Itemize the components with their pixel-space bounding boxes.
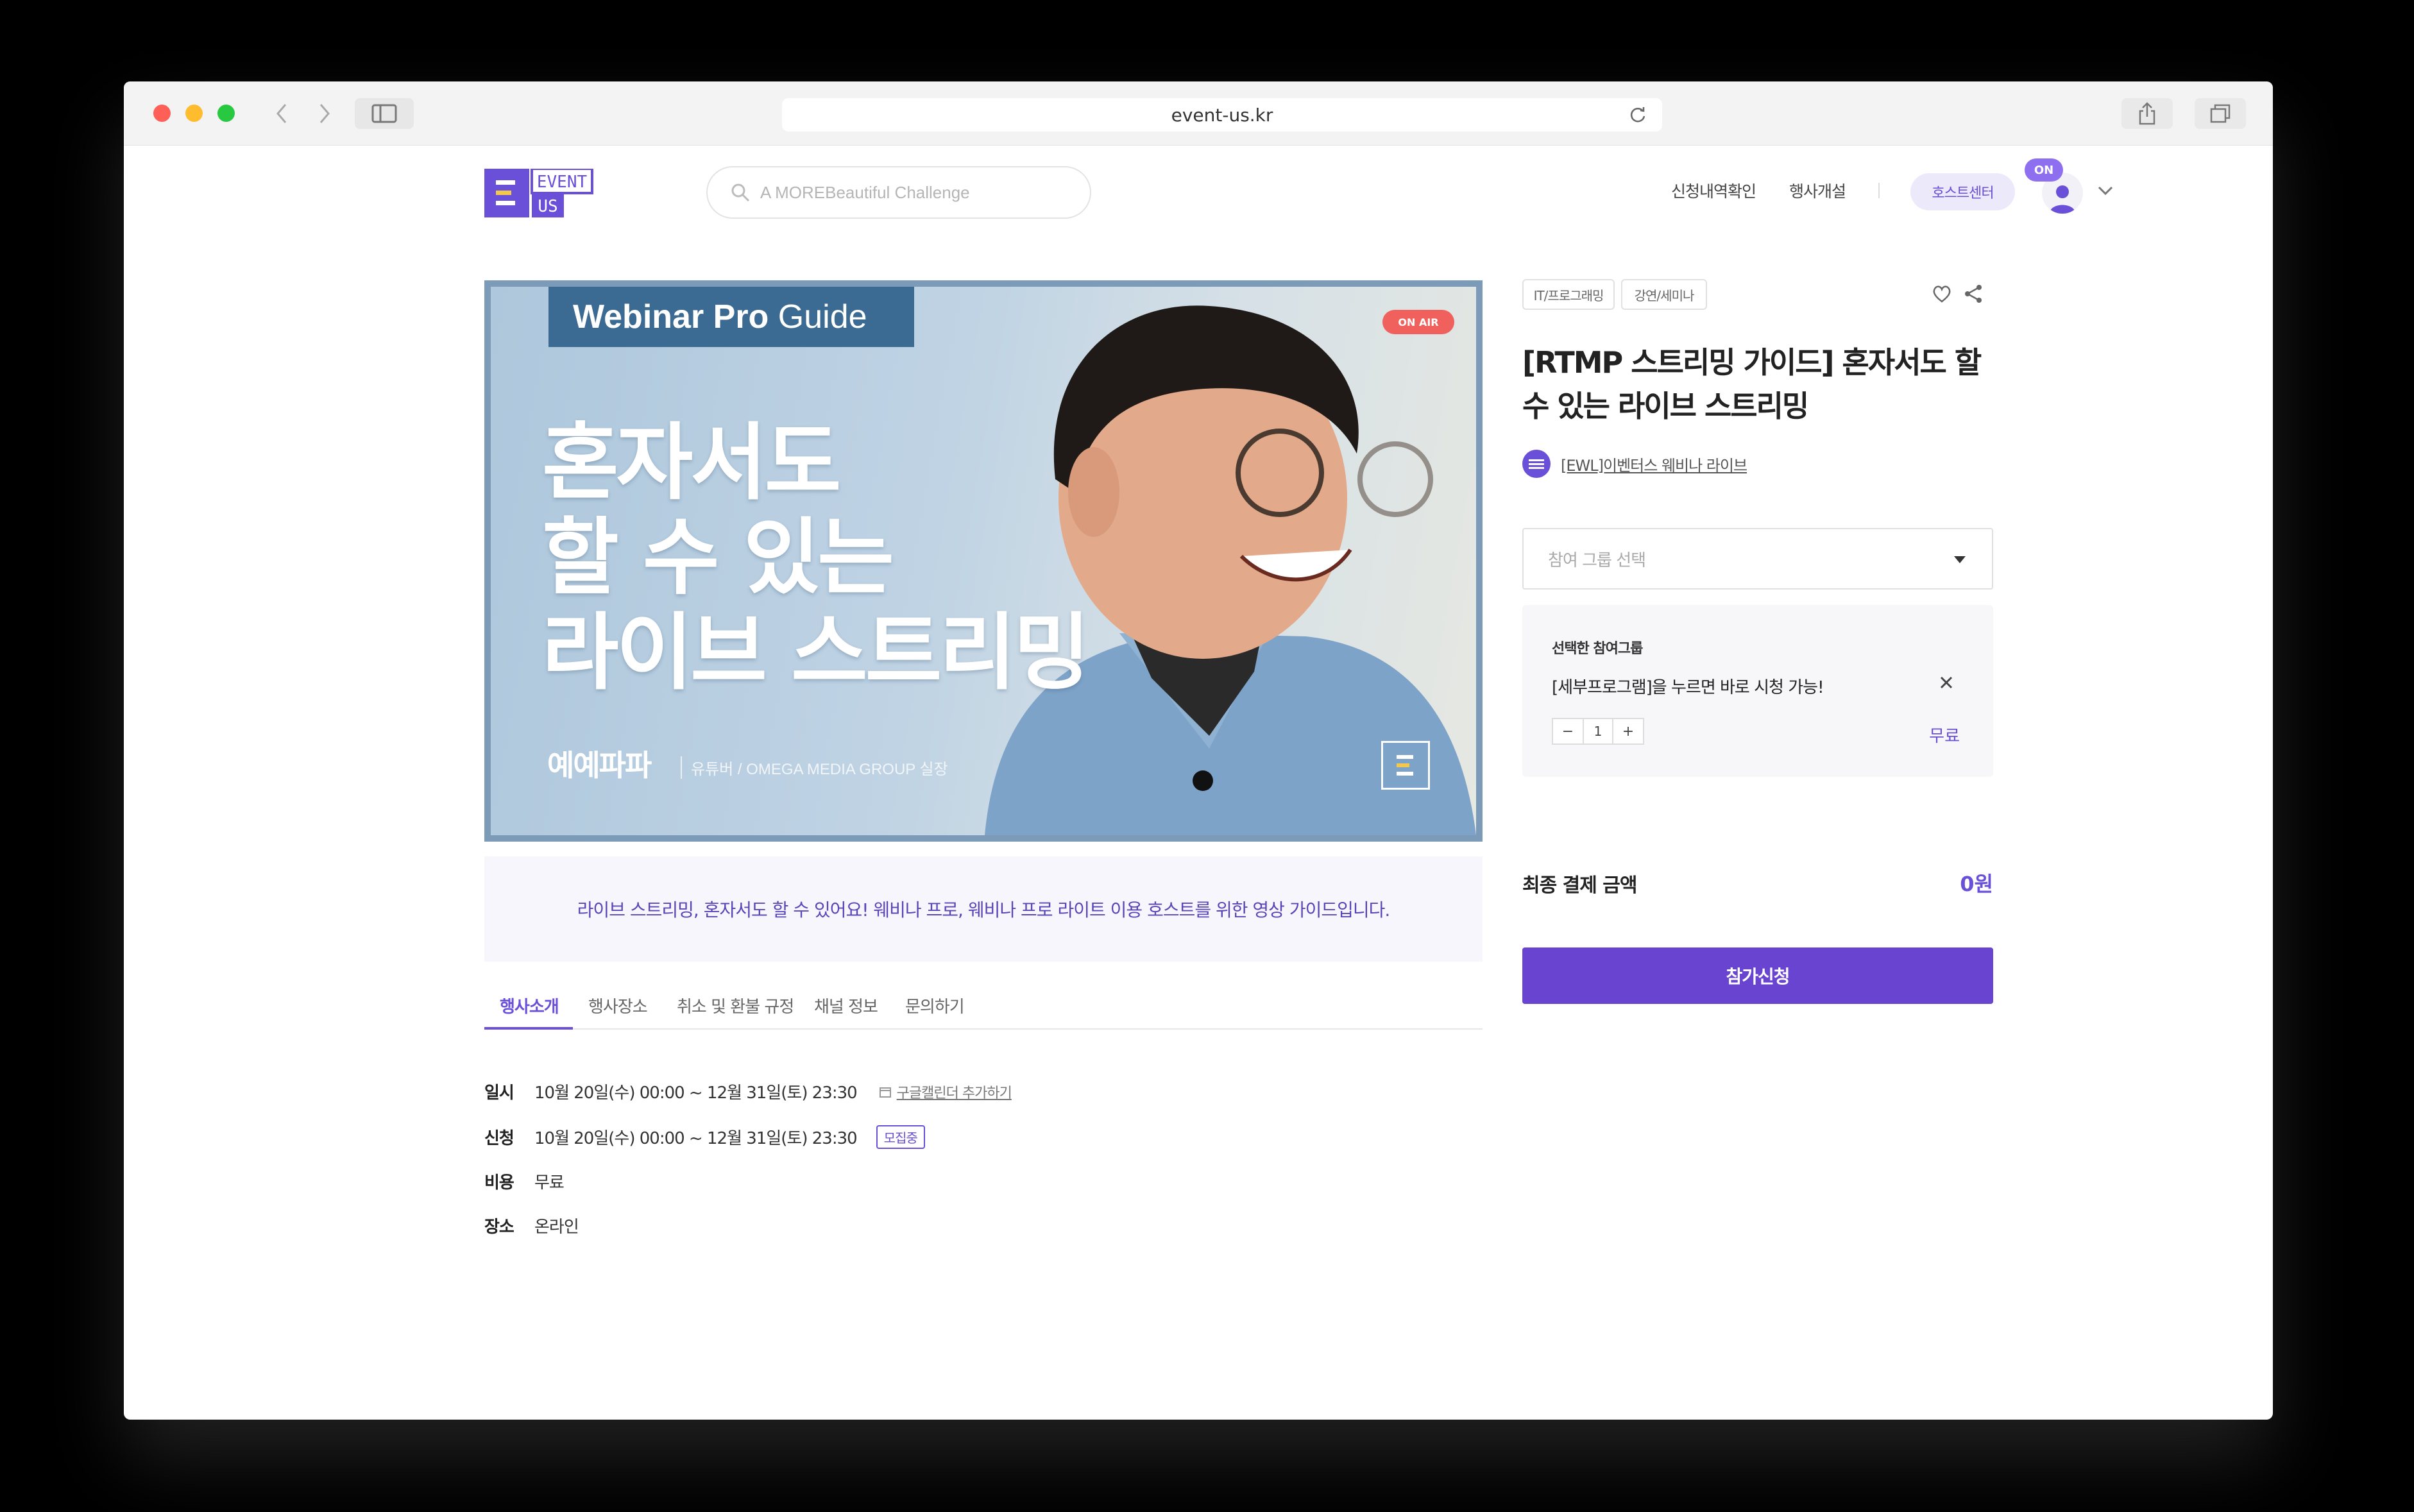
- tab-refund-policy[interactable]: 취소 및 환불 규정: [677, 994, 794, 1017]
- share-icon[interactable]: [1964, 284, 1983, 303]
- info-row-place: 장소 온라인: [484, 1214, 579, 1237]
- caret-down-icon: [1954, 556, 1966, 563]
- participation-group-select[interactable]: 참여 그룹 선택: [1522, 528, 1993, 590]
- chevron-left-icon: [276, 104, 287, 123]
- share-button[interactable]: [2121, 98, 2173, 129]
- reload-icon[interactable]: [1628, 105, 1648, 125]
- tab-channel-info[interactable]: 채널 정보: [814, 994, 878, 1017]
- event-banner-image: Webinar Pro Guide ON AIR 혼자서도 할 수 있는 라이브…: [484, 280, 1483, 842]
- total-amount-value: 0원: [1960, 872, 1993, 896]
- chevron-down-icon[interactable]: [2098, 185, 2113, 196]
- category-tag[interactable]: IT/프로그래밍: [1522, 279, 1615, 310]
- category-tag[interactable]: 강연/세미나: [1621, 279, 1707, 310]
- nav-divider: [1878, 183, 1880, 198]
- cost-label: 비용: [484, 1173, 514, 1193]
- increase-quantity-button[interactable]: +: [1613, 719, 1643, 743]
- zoom-window-button[interactable]: [217, 105, 235, 122]
- browser-toolbar: event-us.kr: [124, 81, 2273, 146]
- place-label: 장소: [484, 1218, 514, 1237]
- total-amount-label: 최종 결제 금액: [1522, 874, 1637, 897]
- speaker-name: 예예파파: [547, 748, 652, 783]
- channel-link[interactable]: [EWL]이벤터스 웨비나 라이브: [1522, 450, 1747, 478]
- banner-tag-light: Guide: [769, 298, 867, 336]
- tab-overview-button[interactable]: [2195, 98, 2246, 129]
- svg-text:US: US: [538, 197, 557, 216]
- on-air-badge: ON AIR: [1382, 310, 1454, 334]
- add-google-calendar-link[interactable]: 구글캘린더 추가하기: [879, 1082, 1012, 1102]
- event-title: [RTMP 스트리밍 가이드] 혼자서도 할 수 있는 라이브 스트리밍: [1522, 345, 1982, 423]
- tabs-icon: [2210, 104, 2231, 123]
- sidebar-icon: [371, 104, 397, 123]
- group-select-placeholder: 참여 그룹 선택: [1548, 550, 1646, 570]
- recruiting-status-badge: 모집중: [876, 1125, 925, 1149]
- forward-button[interactable]: [305, 98, 344, 129]
- close-window-button[interactable]: [153, 105, 171, 122]
- info-row-date: 일시 10월 20일(수) 00:00 ~ 12월 31일(토) 23:30 구…: [484, 1080, 1012, 1103]
- address-bar[interactable]: event-us.kr: [782, 98, 1662, 132]
- calendar-icon: [879, 1087, 891, 1098]
- application-label: 신청: [484, 1129, 514, 1148]
- decrease-quantity-button[interactable]: −: [1553, 719, 1583, 743]
- page-content: EVENT US 신청내역확인 행사개설 호스트센터 ON: [124, 146, 2273, 1420]
- banner-headline-line: 할 수 있는: [542, 509, 894, 606]
- date-label: 일시: [484, 1083, 514, 1103]
- user-icon: [2050, 185, 2075, 214]
- nav-application-history[interactable]: 신청내역확인: [1671, 179, 1756, 202]
- info-row-cost: 비용 무료: [484, 1169, 565, 1193]
- nav-create-event[interactable]: 행사개설: [1789, 179, 1846, 202]
- chevron-right-icon: [319, 104, 330, 123]
- tab-event-venue[interactable]: 행사장소: [588, 994, 648, 1017]
- close-icon[interactable]: [1939, 675, 1953, 690]
- speaker-role: 유튜버 / OMEGA MEDIA GROUP 실장: [681, 756, 948, 779]
- active-tab-indicator: [484, 1027, 573, 1030]
- selected-group-panel: 선택한 참여그룹 [세부프로그램]을 누르면 바로 시청 가능! − 1 + 무…: [1522, 605, 1993, 777]
- share-icon: [2139, 102, 2155, 125]
- quantity-value: 1: [1583, 719, 1613, 743]
- browser-window: event-us.kr EVENT US A MOREBeautiful Cha…: [124, 81, 2273, 1420]
- date-value: 10월 20일(수) 00:00 ~ 12월 31일(토) 23:30: [534, 1083, 858, 1103]
- search-input[interactable]: [760, 182, 1042, 203]
- sidebar-toggle-button[interactable]: [355, 98, 414, 129]
- search-icon: [731, 183, 750, 202]
- host-center-button[interactable]: 호스트센터: [1910, 173, 2015, 210]
- item-price: 무료: [1929, 727, 1960, 746]
- quantity-stepper: − 1 +: [1552, 718, 1644, 745]
- banner-tag: Webinar Pro Guide: [548, 287, 914, 347]
- minimize-window-button[interactable]: [185, 105, 203, 122]
- search-box[interactable]: [706, 166, 1091, 219]
- site-logo[interactable]: EVENT US: [484, 167, 593, 217]
- event-summary: 라이브 스트리밍, 혼자서도 할 수 있어요! 웨비나 프로, 웨비나 프로 라…: [484, 856, 1483, 962]
- banner-headline-line: 라이브 스트리밍: [542, 604, 1090, 701]
- banner-logo-icon: [1381, 741, 1430, 790]
- event-tabs: 행사소개 행사장소 취소 및 환불 규정 채널 정보 문의하기: [484, 980, 1483, 1030]
- channel-avatar: [1522, 450, 1551, 478]
- banner-headline-line: 혼자서도: [542, 414, 841, 511]
- info-row-application: 신청 10월 20일(수) 00:00 ~ 12월 31일(토) 23:30 모…: [484, 1125, 925, 1149]
- cost-value: 무료: [534, 1173, 565, 1193]
- selected-group-item: [세부프로그램]을 누르면 바로 시청 가능!: [1552, 678, 1824, 697]
- back-button[interactable]: [262, 98, 302, 129]
- banner-tag-bold: Webinar Pro: [573, 298, 769, 336]
- apply-button[interactable]: 참가신청: [1522, 947, 1993, 1004]
- channel-name: [EWL]이벤터스 웨비나 라이브: [1561, 456, 1747, 475]
- heart-icon[interactable]: [1932, 284, 1952, 303]
- url-text: event-us.kr: [1171, 104, 1273, 126]
- tab-event-intro[interactable]: 행사소개: [500, 994, 559, 1017]
- calendar-link-label: 구글캘린더 추가하기: [896, 1085, 1012, 1101]
- on-status-badge: ON: [2025, 158, 2063, 182]
- application-value: 10월 20일(수) 00:00 ~ 12월 31일(토) 23:30: [534, 1129, 858, 1148]
- svg-text:EVENT: EVENT: [537, 173, 588, 192]
- tab-inquiry[interactable]: 문의하기: [905, 994, 965, 1017]
- place-value: 온라인: [534, 1218, 579, 1237]
- selected-group-title: 선택한 참여그룹: [1552, 641, 1643, 657]
- banner-headline: 혼자서도 할 수 있는 라이브 스트리밍: [542, 414, 1090, 701]
